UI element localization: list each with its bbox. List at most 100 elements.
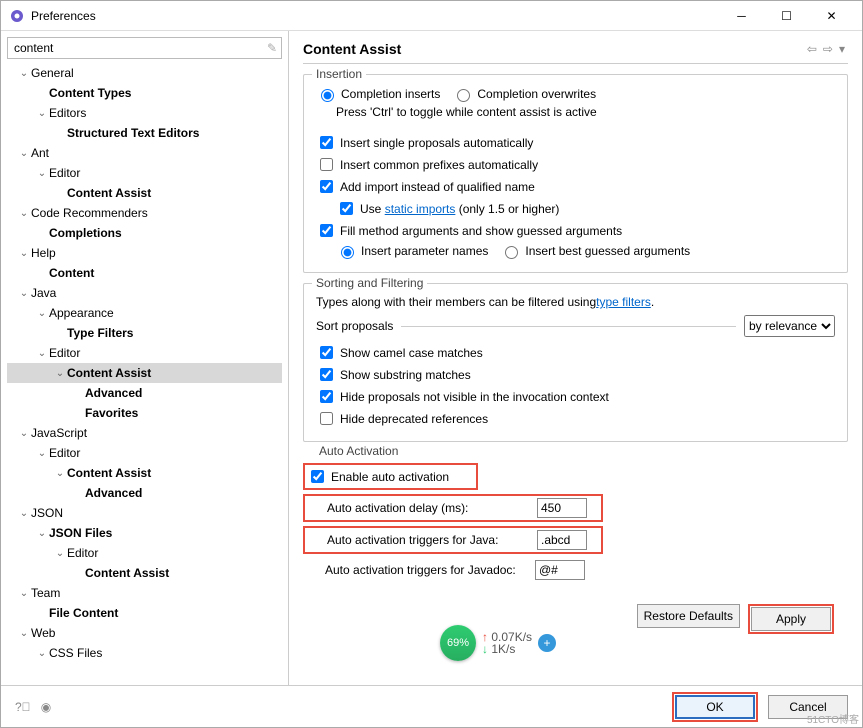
filter-input[interactable] (12, 40, 267, 56)
chevron-down-icon[interactable]: ⌄ (17, 628, 31, 639)
tree-label: Editor (49, 446, 80, 460)
tree-node[interactable]: ⌄Java (7, 283, 282, 303)
tree-node[interactable]: ⌄Ant (7, 143, 282, 163)
chevron-down-icon[interactable]: ⌄ (17, 68, 31, 79)
tree-node[interactable]: ⌄Team (7, 583, 282, 603)
tree-node[interactable]: ⌄Appearance (7, 303, 282, 323)
help-icon[interactable]: ?⃝ (15, 700, 31, 714)
hide-invisible-checkbox[interactable] (320, 390, 333, 403)
tree-node[interactable]: ⌄CSS Files (7, 643, 282, 663)
tree-node[interactable]: File Content (7, 603, 282, 623)
chevron-down-icon[interactable]: ⌄ (17, 248, 31, 259)
tree-node[interactable]: Content Assist (7, 183, 282, 203)
tree-node[interactable]: ⌄Content Assist (7, 463, 282, 483)
menu-icon[interactable]: ▾ (839, 42, 845, 56)
app-icon (9, 8, 25, 24)
forward-icon[interactable]: ⇨ (823, 42, 833, 56)
close-button[interactable]: ✕ (809, 2, 854, 30)
tree-label: Appearance (49, 306, 114, 320)
completion-overwrites-radio[interactable] (457, 89, 470, 102)
tree-label: Content Assist (67, 466, 151, 480)
chevron-down-icon[interactable]: ⌄ (17, 508, 31, 519)
tree-node[interactable]: ⌄Content Assist (7, 363, 282, 383)
titlebar: Preferences ─ ☐ ✕ (1, 1, 862, 31)
tree-node[interactable]: ⌄JavaScript (7, 423, 282, 443)
chevron-down-icon[interactable]: ⌄ (35, 528, 49, 539)
tree-label: JSON Files (49, 526, 112, 540)
preferences-tree[interactable]: ⌄GeneralContent Types⌄Editors Structured … (7, 63, 282, 679)
hide-deprecated-checkbox[interactable] (320, 412, 333, 425)
tree-node[interactable]: Content Types (7, 83, 282, 103)
tree-label: Advanced (85, 386, 142, 400)
tree-node[interactable]: Structured Text Editors (7, 123, 282, 143)
tree-node[interactable]: Completions (7, 223, 282, 243)
chevron-down-icon[interactable]: ⌄ (17, 208, 31, 219)
tree-node[interactable]: ⌄Editor (7, 163, 282, 183)
enable-auto-checkbox[interactable] (311, 470, 324, 483)
tree-node[interactable]: Advanced (7, 483, 282, 503)
java-triggers-input[interactable] (537, 530, 587, 550)
tree-node[interactable]: Advanced (7, 383, 282, 403)
chevron-down-icon[interactable]: ⌄ (35, 648, 49, 659)
tree-node[interactable]: ⌄Editor (7, 543, 282, 563)
insert-common-checkbox[interactable] (320, 158, 333, 171)
chevron-down-icon[interactable]: ⌄ (17, 288, 31, 299)
chevron-down-icon[interactable]: ⌄ (35, 348, 49, 359)
minimize-button[interactable]: ─ (719, 2, 764, 30)
insert-single-checkbox[interactable] (320, 136, 333, 149)
tree-node[interactable]: Content (7, 263, 282, 283)
tree-node[interactable]: Content Assist (7, 563, 282, 583)
page-header: Content Assist ⇦ ⇨ ▾ (303, 41, 848, 64)
add-import-checkbox[interactable] (320, 180, 333, 193)
static-imports-checkbox[interactable] (340, 202, 353, 215)
completion-inserts-radio[interactable] (321, 89, 334, 102)
network-widget[interactable]: 69% ↑ 0.07K/s ↓ 1K/s + (440, 625, 556, 661)
static-imports-link[interactable]: static imports (385, 202, 456, 216)
chevron-down-icon[interactable]: ⌄ (17, 588, 31, 599)
tree-node[interactable]: ⌄Editor (7, 343, 282, 363)
group-title: Sorting and Filtering (312, 276, 427, 290)
tree-node[interactable]: ⌄Editors (7, 103, 282, 123)
insert-param-names-radio[interactable] (341, 246, 354, 259)
chevron-down-icon[interactable]: ⌄ (17, 428, 31, 439)
tree-node[interactable]: ⌄Editor (7, 443, 282, 463)
tree-label: JSON (31, 506, 63, 520)
preferences-window: Preferences ─ ☐ ✕ ✎ ⌄GeneralContent Type… (0, 0, 863, 728)
chevron-down-icon[interactable]: ⌄ (35, 448, 49, 459)
plus-icon[interactable]: + (538, 634, 556, 652)
ok-button[interactable]: OK (675, 695, 755, 719)
tree-node[interactable]: ⌄JSON (7, 503, 282, 523)
tree-label: Editor (49, 166, 80, 180)
chevron-down-icon[interactable]: ⌄ (35, 168, 49, 179)
tree-node[interactable]: ⌄Help (7, 243, 282, 263)
type-filters-link[interactable]: type filters (596, 295, 651, 309)
tree-node[interactable]: ⌄JSON Files (7, 523, 282, 543)
tree-node[interactable]: ⌄Web (7, 623, 282, 643)
tree-node[interactable]: Type Filters (7, 323, 282, 343)
back-icon[interactable]: ⇦ (807, 42, 817, 56)
chevron-down-icon[interactable]: ⌄ (53, 368, 67, 379)
tree-node[interactable]: ⌄General (7, 63, 282, 83)
restore-defaults-button[interactable]: Restore Defaults (637, 604, 740, 628)
chevron-down-icon[interactable]: ⌄ (53, 548, 67, 559)
fill-arguments-checkbox[interactable] (320, 224, 333, 237)
tree-node[interactable]: Favorites (7, 403, 282, 423)
chevron-down-icon[interactable]: ⌄ (53, 468, 67, 479)
chevron-down-icon[interactable]: ⌄ (35, 108, 49, 119)
clear-icon[interactable]: ✎ (267, 41, 277, 55)
maximize-button[interactable]: ☐ (764, 2, 809, 30)
camel-case-checkbox[interactable] (320, 346, 333, 359)
substring-checkbox[interactable] (320, 368, 333, 381)
tree-label: Structured Text Editors (67, 126, 199, 140)
delay-input[interactable] (537, 498, 587, 518)
tree-node[interactable]: ⌄Code Recommenders (7, 203, 282, 223)
chevron-down-icon[interactable]: ⌄ (17, 148, 31, 159)
javadoc-triggers-input[interactable] (535, 560, 585, 580)
window-title: Preferences (31, 9, 719, 23)
sort-proposals-select[interactable]: by relevance (744, 315, 835, 337)
progress-icon[interactable]: ◉ (41, 700, 51, 714)
tree-label: Favorites (85, 406, 138, 420)
apply-button[interactable]: Apply (751, 607, 831, 631)
insert-best-guessed-radio[interactable] (505, 246, 518, 259)
chevron-down-icon[interactable]: ⌄ (35, 308, 49, 319)
